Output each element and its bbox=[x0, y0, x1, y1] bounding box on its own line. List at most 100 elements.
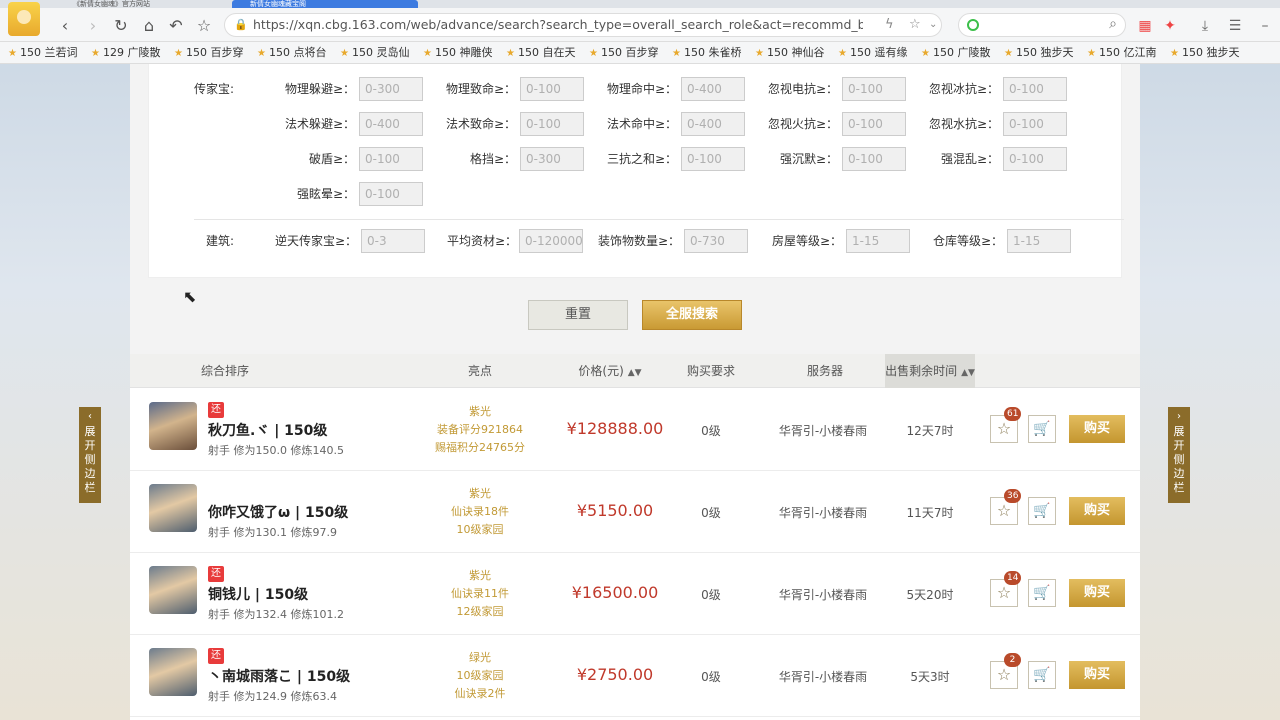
star-icon[interactable]: ☆ bbox=[909, 16, 921, 34]
highlight-text: 12级家园 bbox=[456, 605, 504, 618]
buy-button[interactable]: 购买 bbox=[1069, 415, 1125, 443]
cart-icon[interactable]: 🛒 bbox=[1028, 497, 1056, 525]
forward-icon[interactable]: › bbox=[83, 16, 103, 36]
filter-input[interactable] bbox=[520, 112, 584, 136]
bookmark-item[interactable]: 150 点将台 bbox=[257, 46, 335, 60]
header-server: 服务器 bbox=[806, 364, 843, 378]
download-icon[interactable]: ⤓ bbox=[1196, 17, 1214, 35]
header-rank[interactable]: 综合排序 bbox=[170, 354, 280, 388]
bookmark-item[interactable]: 150 亿江南 bbox=[1087, 46, 1165, 60]
filter-input[interactable] bbox=[1003, 77, 1067, 101]
cart-icon[interactable]: 🛒 bbox=[1028, 579, 1056, 607]
bookmark-star-icon[interactable]: ☆ bbox=[194, 16, 214, 36]
role-name[interactable]: 铜钱儿 | 150级 bbox=[208, 584, 308, 604]
filter-label: 忽视水抗≥： bbox=[928, 117, 999, 131]
back-icon[interactable]: ‹ bbox=[55, 16, 75, 36]
game-icon[interactable]: ✦ bbox=[1161, 17, 1179, 35]
role-meta: 射手 修为150.0 修炼140.5 bbox=[208, 444, 344, 457]
role-name[interactable]: 丶南城雨落こ | 150级 bbox=[208, 666, 350, 686]
browser-tab[interactable]: 《新倩女幽魂》官方网站 bbox=[55, 0, 225, 8]
bookmark-item[interactable]: 129 广陵散 bbox=[91, 46, 169, 60]
avatar[interactable] bbox=[149, 484, 197, 532]
filter-input[interactable] bbox=[519, 229, 583, 253]
search-icon[interactable]: ⌕ bbox=[1109, 16, 1117, 32]
bookmark-item[interactable]: 150 兰若词 bbox=[8, 46, 86, 60]
server-search-button[interactable]: 全服搜索 bbox=[642, 300, 742, 330]
bookmark-item[interactable]: 150 灵岛仙 bbox=[340, 46, 418, 60]
avatar[interactable] bbox=[149, 648, 197, 696]
bookmark-item[interactable]: 150 独步天 bbox=[1170, 46, 1248, 60]
filter-input[interactable] bbox=[681, 112, 745, 136]
avatar[interactable] bbox=[149, 566, 197, 614]
filter-input[interactable] bbox=[681, 147, 745, 171]
bookmark-item[interactable]: 150 百步穿 bbox=[589, 46, 667, 60]
buy-requirement: 0级 bbox=[701, 424, 721, 438]
filter-input[interactable] bbox=[359, 112, 423, 136]
buy-button[interactable]: 购买 bbox=[1069, 579, 1125, 607]
bookmark-item[interactable]: 150 广陵散 bbox=[921, 46, 999, 60]
filter-input[interactable] bbox=[359, 182, 423, 206]
sort-icon[interactable]: ▲▼ bbox=[961, 368, 975, 378]
bookmark-item[interactable]: 150 神雕侠 bbox=[423, 46, 501, 60]
filter-input[interactable] bbox=[359, 147, 423, 171]
role-name[interactable]: 秋刀鱼.ヾ | 150级 bbox=[208, 420, 327, 440]
filter-input[interactable] bbox=[681, 77, 745, 101]
chevron-down-icon[interactable]: ⌄ bbox=[929, 16, 937, 34]
status-badge: 还 bbox=[208, 402, 224, 418]
left-sidebar-toggle[interactable]: ‹ 展开侧边栏 bbox=[79, 407, 101, 503]
filter-input[interactable] bbox=[359, 77, 423, 101]
filter-input[interactable] bbox=[1007, 229, 1071, 253]
minimize-icon[interactable]: – bbox=[1256, 17, 1274, 35]
buy-button[interactable]: 购买 bbox=[1069, 497, 1125, 525]
filter-input[interactable] bbox=[684, 229, 748, 253]
filter-input[interactable] bbox=[842, 77, 906, 101]
filter-input[interactable] bbox=[846, 229, 910, 253]
filter-input[interactable] bbox=[520, 147, 584, 171]
browser-avatar-icon[interactable] bbox=[8, 2, 40, 36]
role-name[interactable]: 你咋又饿了ω | 150级 bbox=[208, 502, 348, 522]
bookmark-item[interactable]: 150 自在天 bbox=[506, 46, 584, 60]
apps-icon[interactable]: ▦ bbox=[1136, 17, 1154, 35]
avatar[interactable] bbox=[149, 402, 197, 450]
reset-button[interactable]: 重置 bbox=[528, 300, 628, 330]
sort-icon[interactable]: ▲▼ bbox=[628, 368, 642, 378]
filter-label: 物理躲避≥： bbox=[284, 82, 355, 96]
undo-icon[interactable]: ↶ bbox=[166, 16, 186, 36]
remaining-time: 11天7时 bbox=[906, 506, 954, 520]
table-row[interactable]: 你咋又饿了ω | 150级 射手 修为130.1 修炼97.9 紫光 仙诀录18件 10… bbox=[130, 471, 1140, 553]
buy-button[interactable]: 购买 bbox=[1069, 661, 1125, 689]
bookmark-item[interactable]: 150 遥有缘 bbox=[838, 46, 916, 60]
menu-icon[interactable]: ☰ bbox=[1226, 17, 1244, 35]
header-price[interactable]: 价格(元) ▲▼ bbox=[560, 354, 660, 388]
table-row[interactable]: 还秋刀鱼.ヾ | 150级 射手 修为150.0 修炼140.5 紫光 装备评分921… bbox=[130, 389, 1140, 471]
filter-input[interactable] bbox=[842, 112, 906, 136]
filter-input[interactable] bbox=[1003, 147, 1067, 171]
filter-label: 逆天传家宝≥： bbox=[274, 234, 357, 248]
filter-label: 平均资材≥： bbox=[447, 234, 518, 248]
right-sidebar-toggle[interactable]: › 展开侧边栏 bbox=[1168, 407, 1190, 503]
browser-search-box[interactable]: ⌕ bbox=[958, 13, 1126, 37]
header-time[interactable]: 出售剩余时间 ▲▼ bbox=[885, 354, 975, 388]
filter-input[interactable] bbox=[842, 147, 906, 171]
role-meta: 射手 修为132.4 修炼101.2 bbox=[208, 608, 344, 621]
bookmark-item[interactable]: 150 百步穿 bbox=[174, 46, 252, 60]
table-row[interactable]: 还铜钱儿 | 150级 射手 修为132.4 修炼101.2 紫光 仙诀录11件 12级… bbox=[130, 553, 1140, 635]
mouse-cursor-icon: ⬉ bbox=[183, 287, 197, 306]
bookmark-item[interactable]: 150 朱雀桥 bbox=[672, 46, 750, 60]
filter-input[interactable] bbox=[1003, 112, 1067, 136]
filter-label: 强沉默≥： bbox=[779, 152, 838, 166]
reload-icon[interactable]: ↻ bbox=[111, 16, 131, 36]
cart-icon[interactable]: 🛒 bbox=[1028, 415, 1056, 443]
bookmark-item[interactable]: 150 神仙谷 bbox=[755, 46, 833, 60]
favorite-count-badge: 2 bbox=[1004, 653, 1021, 667]
cart-icon[interactable]: 🛒 bbox=[1028, 661, 1056, 689]
table-row[interactable]: 还丶南城雨落こ | 150级 射手 修为124.9 修炼63.4 绿光 10级家园 仙诀… bbox=[130, 635, 1140, 717]
lightning-icon[interactable]: ϟ bbox=[885, 16, 894, 34]
filter-input[interactable] bbox=[361, 229, 425, 253]
home-icon[interactable]: ⌂ bbox=[139, 16, 159, 36]
bookmark-item[interactable]: 150 独步天 bbox=[1004, 46, 1082, 60]
filter-input[interactable] bbox=[520, 77, 584, 101]
address-bar[interactable]: 🔒 https://xqn.cbg.163.com/web/advance/se… bbox=[224, 13, 942, 37]
browser-tab-active[interactable]: 新倩女幽魂藏宝阁 bbox=[232, 0, 418, 8]
url-text[interactable]: https://xqn.cbg.163.com/web/advance/sear… bbox=[253, 14, 863, 36]
